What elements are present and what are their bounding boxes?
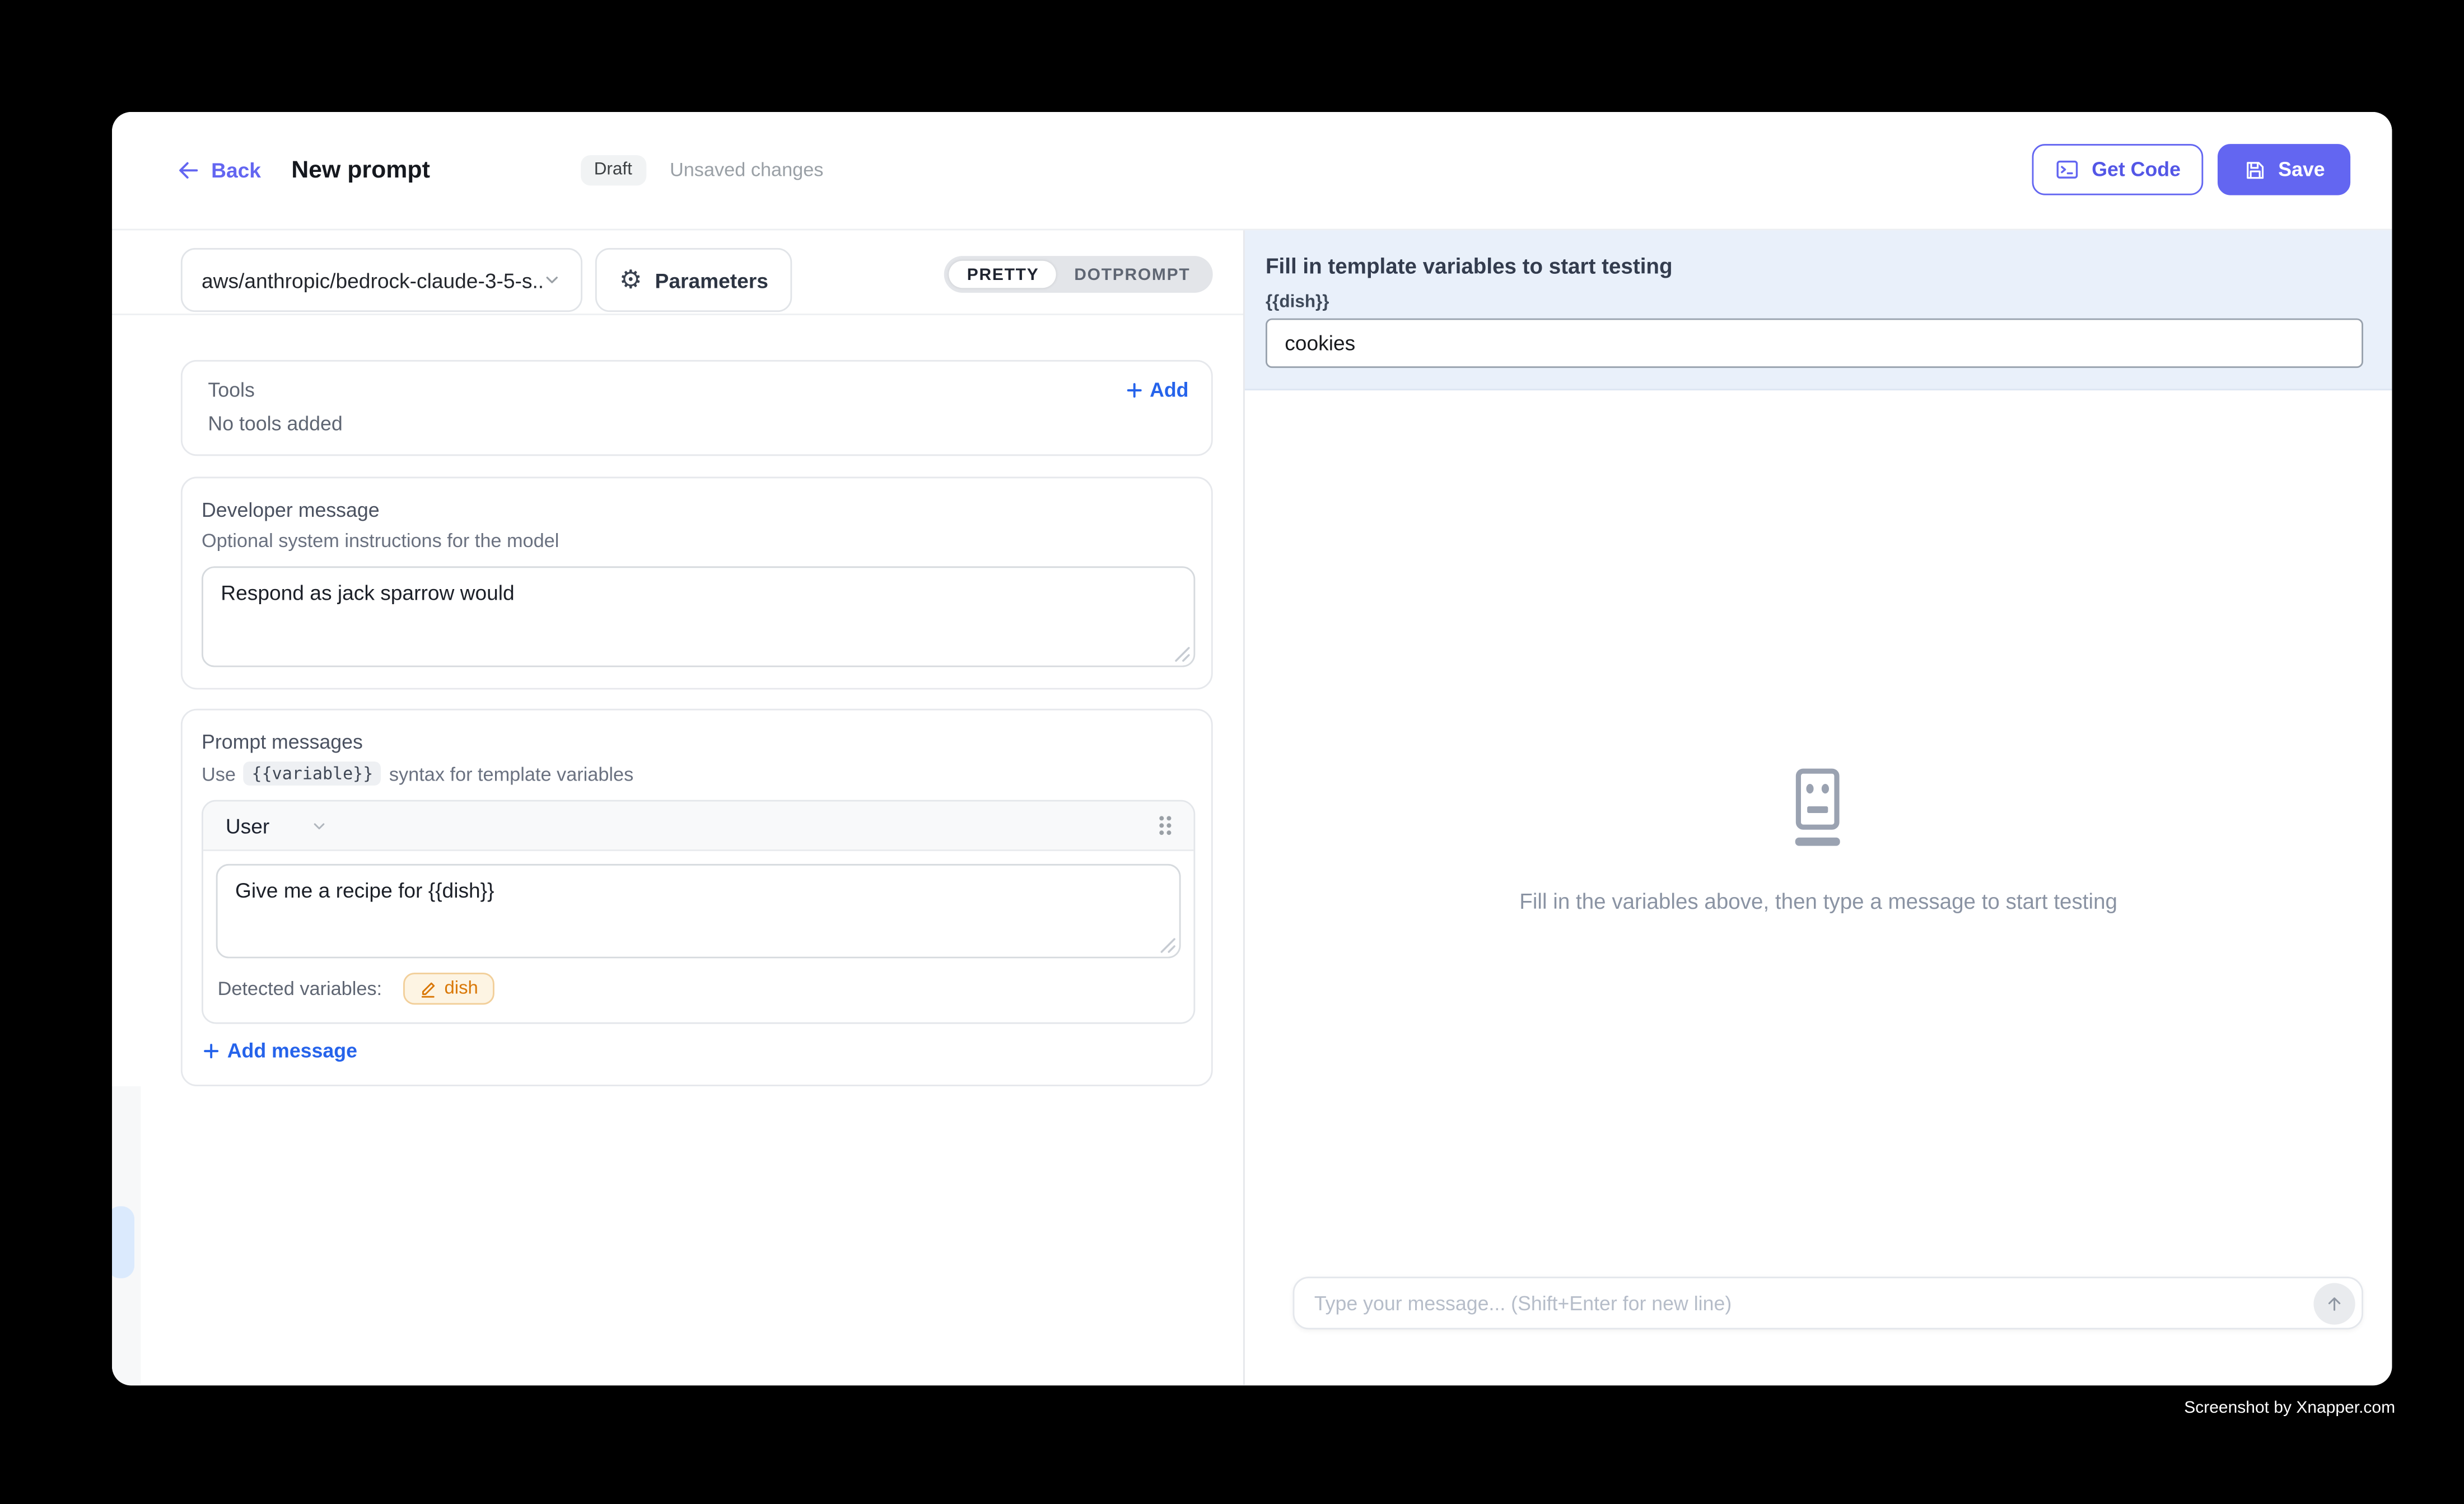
prompt-messages-card: Prompt messages Use {{variable}} syntax … xyxy=(181,709,1213,1086)
arrow-up-icon xyxy=(2323,1292,2346,1314)
header-actions: Get Code Save xyxy=(2033,144,2351,195)
variable-syntax-chip: {{variable}} xyxy=(244,762,381,786)
add-message-button[interactable]: Add message xyxy=(202,1040,1195,1062)
add-message-label: Add message xyxy=(227,1040,357,1062)
save-button[interactable]: Save xyxy=(2218,144,2351,195)
detected-variables-row: Detected variables: dish xyxy=(203,958,1193,1022)
role-name: User xyxy=(226,814,269,838)
chat-empty-state: Fill in the variables above, then type a… xyxy=(1245,390,2391,1277)
robot-face-icon xyxy=(1786,768,1850,852)
message-header: User xyxy=(203,801,1193,851)
add-tool-button[interactable]: Add xyxy=(1124,379,1188,401)
status-badge: Draft xyxy=(580,155,646,185)
prompt-subtitle-prefix: Use xyxy=(202,762,236,784)
chevron-down-icon xyxy=(543,270,562,289)
tools-card: Tools Add No tools added xyxy=(181,360,1213,456)
prompt-editor-panel: aws/anthropic/bedrock-claude-3-5-s... ⚙ … xyxy=(112,230,1245,1385)
save-icon xyxy=(2243,158,2267,182)
left-strip-highlight xyxy=(112,1206,134,1278)
prompt-subtitle-suffix: syntax for template variables xyxy=(389,762,633,784)
left-edge-strip xyxy=(112,1086,140,1385)
developer-message-card: Developer message Optional system instru… xyxy=(181,477,1213,689)
prompt-tester-panel: Fill in template variables to start test… xyxy=(1245,230,2391,1385)
developer-message-textarea[interactable]: Respond as jack sparrow would xyxy=(202,566,1195,667)
watermark: Screenshot by Xnapper.com xyxy=(2184,1398,2395,1417)
variable-badge-dish[interactable]: dish xyxy=(403,973,494,1005)
plus-icon xyxy=(202,1041,221,1061)
toggle-pretty[interactable]: PRETTY xyxy=(949,261,1057,288)
plus-icon xyxy=(1124,381,1143,400)
variable-badge-label: dish xyxy=(445,979,478,998)
tools-title: Tools xyxy=(208,379,254,401)
editor-cards: Tools Add No tools added Devel xyxy=(112,360,1244,1086)
detected-variables-label: Detected variables: xyxy=(218,978,382,1000)
variable-key-label: {{dish}} xyxy=(1266,292,2363,311)
message-block: User G xyxy=(202,800,1195,1024)
chat-message-input[interactable] xyxy=(1314,1292,2314,1314)
model-selector[interactable]: aws/anthropic/bedrock-claude-3-5-s... xyxy=(181,248,582,312)
pencil-icon xyxy=(419,980,436,997)
back-button[interactable]: Back xyxy=(176,158,261,182)
chat-input-bar xyxy=(1245,1277,2391,1385)
prompt-messages-title: Prompt messages xyxy=(202,731,1195,754)
app-header: Back New prompt Draft Unsaved changes Ge… xyxy=(112,112,2391,230)
view-mode-toggle: PRETTY DOTPROMPT xyxy=(945,256,1213,293)
parameters-button[interactable]: ⚙ Parameters xyxy=(595,248,792,312)
empty-state-text: Fill in the variables above, then type a… xyxy=(1519,890,2117,914)
role-selector[interactable]: User xyxy=(226,814,329,838)
get-code-label: Get Code xyxy=(2092,159,2181,181)
developer-message-title: Developer message xyxy=(202,499,1195,521)
stage: Back New prompt Draft Unsaved changes Ge… xyxy=(0,0,2464,1504)
variable-value-input[interactable] xyxy=(1266,317,2363,367)
user-message-textarea[interactable]: Give me a recipe for {{dish}} xyxy=(216,864,1181,959)
terminal-icon xyxy=(2055,157,2081,183)
drag-handle-icon[interactable] xyxy=(1155,812,1174,838)
chevron-down-icon xyxy=(311,817,329,834)
chat-input-container xyxy=(1294,1277,2363,1329)
gear-icon: ⚙ xyxy=(619,267,642,293)
variables-heading: Fill in template variables to start test… xyxy=(1266,254,2363,278)
add-tool-label: Add xyxy=(1150,379,1188,401)
arrow-left-icon xyxy=(176,158,200,182)
toggle-dotprompt[interactable]: DOTPROMPT xyxy=(1057,261,1208,288)
app-body: aws/anthropic/bedrock-claude-3-5-s... ⚙ … xyxy=(112,230,2391,1385)
developer-message-subtitle: Optional system instructions for the mod… xyxy=(202,530,1195,552)
send-button[interactable] xyxy=(2313,1282,2355,1324)
unsaved-changes-note: Unsaved changes xyxy=(670,159,824,181)
model-selector-value: aws/anthropic/bedrock-claude-3-5-s... xyxy=(202,268,543,292)
back-label: Back xyxy=(211,158,261,182)
model-toolbar: aws/anthropic/bedrock-claude-3-5-s... ⚙ … xyxy=(112,230,1244,315)
page-title: New prompt xyxy=(291,156,430,184)
get-code-button[interactable]: Get Code xyxy=(2033,144,2203,195)
save-label: Save xyxy=(2278,159,2325,181)
tools-empty-text: No tools added xyxy=(208,413,1188,435)
app-window: Back New prompt Draft Unsaved changes Ge… xyxy=(112,112,2391,1385)
parameters-label: Parameters xyxy=(655,268,768,292)
template-variables-section: Fill in template variables to start test… xyxy=(1245,230,2391,390)
